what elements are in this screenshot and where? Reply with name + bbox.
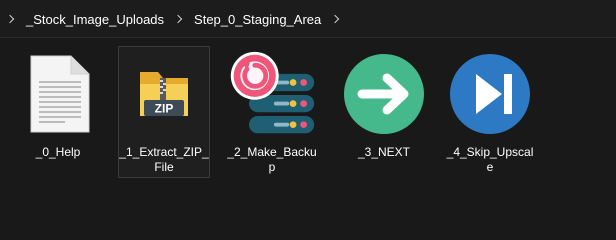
chevron-right-icon[interactable] bbox=[6, 14, 16, 24]
file-name: _4_Skip_Upscale bbox=[446, 145, 534, 174]
file-item-extract-zip[interactable]: ZIP _1_Extract_ZIP_File bbox=[118, 46, 210, 178]
arrow-right-circle-icon bbox=[338, 47, 430, 141]
chevron-right-icon[interactable] bbox=[331, 14, 341, 24]
text-document-icon bbox=[12, 47, 104, 141]
backup-server-icon bbox=[226, 47, 318, 141]
file-item-skip-upscale[interactable]: _4_Skip_Upscale bbox=[444, 46, 536, 178]
file-list: _0_Help ZIP _1_Extract_ZIP_File _2_Make_… bbox=[0, 38, 616, 230]
file-name: _2_Make_Backup bbox=[227, 145, 317, 174]
file-name: _3_NEXT bbox=[357, 145, 411, 159]
file-item-next[interactable]: _3_NEXT bbox=[338, 46, 430, 178]
file-item-make-backup[interactable]: _2_Make_Backup bbox=[226, 46, 318, 178]
breadcrumb-item-step-0-staging-area[interactable]: Step_0_Staging_Area bbox=[191, 10, 324, 29]
file-item-help[interactable]: _0_Help bbox=[12, 46, 104, 178]
breadcrumb: _Stock_Image_Uploads Step_0_Staging_Area bbox=[0, 7, 348, 31]
breadcrumb-item-stock-image-uploads[interactable]: _Stock_Image_Uploads bbox=[23, 10, 167, 29]
file-name: _0_Help bbox=[35, 145, 81, 159]
skip-forward-circle-icon bbox=[444, 47, 536, 141]
address-bar: _Stock_Image_Uploads Step_0_Staging_Area bbox=[0, 0, 616, 38]
file-name: _1_Extract_ZIP_File bbox=[119, 145, 209, 174]
zip-badge-text: ZIP bbox=[155, 102, 174, 116]
zip-folder-icon: ZIP bbox=[118, 47, 210, 141]
chevron-right-icon[interactable] bbox=[174, 14, 184, 24]
